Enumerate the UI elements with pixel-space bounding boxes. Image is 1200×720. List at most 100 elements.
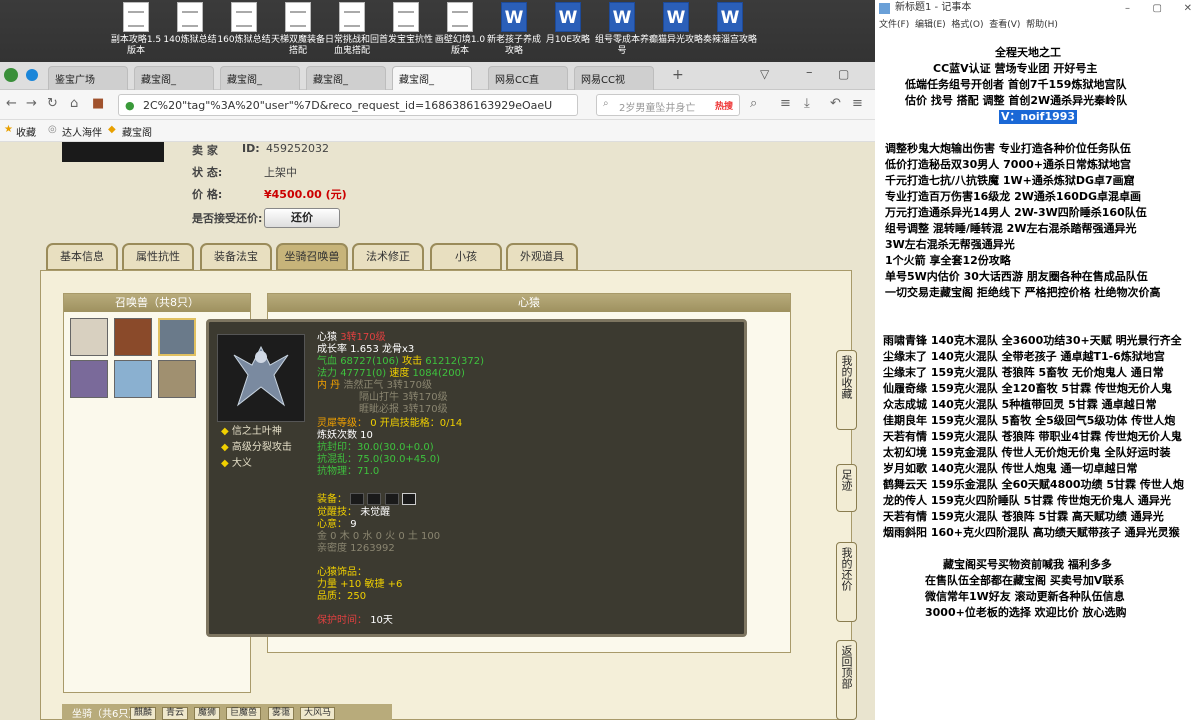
note-line: 岁月如歌 140克火混队 传世人炮鬼 通一切卓越日常 [883,462,1138,475]
more-icon[interactable]: ≡ [852,96,863,111]
desktop-icon[interactable]: 140炼狱总结 [162,2,218,46]
mount-tab[interactable]: 麒麟 [130,707,157,720]
menu-format[interactable]: 格式(O) [951,20,983,30]
haggle-button[interactable]: 还价 [264,208,340,228]
shirt-icon[interactable]: ▽ [760,67,769,81]
minimize-icon[interactable]: – [806,65,813,80]
menu-file[interactable]: 文件(F) [879,20,909,30]
tab-basic-info[interactable]: 基本信息 [46,243,118,271]
desktop-icon[interactable]: W 新老孩子养成攻略 [486,2,542,57]
equip-slot[interactable] [350,493,365,505]
maximize-icon[interactable]: ▢ [838,67,849,81]
browser-tab[interactable]: 藏宝阁_ [220,66,300,90]
my-favorites-button[interactable]: 我的收藏 [836,350,857,430]
pet-portrait-strip [62,142,164,162]
tab-attributes[interactable]: 属性抗性 [122,243,194,271]
desktop-icon[interactable]: 首发宝宝抗性 [378,2,434,46]
search-icon: ⌕ [603,98,609,109]
pet-tooltip: 心猿 3转170级 成长率 1.653 龙骨x3 气血 68727(106) 攻… [206,319,747,637]
note-line: 专业打造百万伤害16级龙 2W通杀160DG卓混卓画 [885,190,1142,203]
bag-icon[interactable]: ■ [92,96,104,111]
notepad-menubar: 文件(F) 编辑(E) 格式(O) 查看(V) 帮助(H) [875,18,1200,34]
notepad-text-area[interactable]: 全程天地之工 CC蓝V认证 营场专业团 开好号主 低端任务组号开创者 首创7千1… [875,34,1200,720]
text-file-icon [393,2,419,32]
equip-slot[interactable] [367,493,382,505]
undo-icon[interactable]: ↶ [830,96,841,111]
browser-tab[interactable]: 藏宝阁_ [306,66,386,90]
desktop-icon[interactable]: 副本攻略1.5版本 [108,2,164,57]
browser-tab[interactable]: 网易CC直 [488,66,568,90]
desktop-icon[interactable]: 画壁幻境1.0版本 [432,2,488,57]
browser-tab[interactable]: 鉴宝广场 [48,66,128,90]
mount-tab[interactable]: 大风马 [300,707,336,720]
tab-child[interactable]: 小孩 [430,243,502,271]
pet-thumb-selected[interactable] [158,318,196,356]
desktop-icon[interactable]: W 奏辣淄宫攻略 [702,2,758,46]
note-line: 龙的传人 159克火四阶睡队 5甘霖 传世炮无价鬼人 通异光 [883,494,1171,507]
tab-mounts-summons[interactable]: 坐骑召唤兽 [276,243,348,271]
browser-tab[interactable]: 网易CC视 [574,66,654,90]
menu-help[interactable]: 帮助(H) [1026,20,1058,30]
text-file-icon [447,2,473,32]
text-file-icon [339,2,365,32]
desktop-strip: 副本攻略1.5版本 140炼狱总结 160炼狱总结 天梯双魔装备搭配 日常挑战和… [0,0,875,62]
new-tab-icon[interactable]: + [672,67,684,83]
minimize-icon[interactable]: – [1125,1,1130,17]
footprint-button[interactable]: 足迹 [836,464,857,512]
note-line: 雨啸青锋 140克木混队 全3600功结30+天赋 明光景行齐全 [883,334,1182,347]
note-line: 仙履奇缘 159克火混队 全120畜牧 5甘霖 传世炮无价人鬼 [883,382,1172,395]
download-icon[interactable]: ⤓ [804,96,810,111]
back-icon[interactable]: ← [6,96,17,111]
desktop-icon[interactable]: W 癫猫异光攻略 [648,2,704,46]
pet-thumb[interactable] [70,318,108,356]
url-input[interactable]: ● 2C%20"tag"%3A%20"user"%7D&reco_request_… [118,94,578,116]
mount-tab[interactable]: 青云 [162,707,189,720]
equip-slot[interactable] [401,493,416,505]
search-go-icon[interactable]: ⌕ [750,96,757,111]
refresh-icon[interactable]: ↻ [47,96,58,111]
menu-icon[interactable]: ≡ [780,96,791,111]
forward-icon[interactable]: → [26,96,37,111]
pet-thumb[interactable] [114,360,152,398]
pet-thumb[interactable] [158,360,196,398]
notepad-titlebar: 新标题1 - 记事本 – ▢ ✕ [875,0,1200,18]
search-input[interactable]: ⌕ 2岁男童坠井身亡 热搜 [596,94,740,116]
my-haggles-button[interactable]: 我的还价 [836,542,857,622]
home-icon[interactable]: ⌂ [70,96,78,111]
fav-item[interactable]: 达人海伴 [62,124,102,139]
pet-thumb[interactable] [114,318,152,356]
desktop-icon[interactable]: 160炼狱总结 [216,2,272,46]
menu-edit[interactable]: 编辑(E) [915,20,946,30]
browser-tab[interactable]: 藏宝阁_ [134,66,214,90]
globe-icon: ◎ [48,124,57,135]
mount-tab[interactable]: 魔狮 [194,707,221,720]
tab-spell-mods[interactable]: 法术修正 [352,243,424,271]
desktop-icon[interactable]: 天梯双魔装备搭配 [270,2,326,57]
note-line: 众志成城 140克火混队 5种植带回灵 5甘霖 通卓越日常 [883,398,1157,411]
note-line: 一切交易走藏宝阁 拒绝线下 严格把控价格 杜绝物次价高 [885,286,1161,299]
equip-slot[interactable] [384,493,399,505]
fav-item[interactable]: 藏宝阁 [122,124,152,139]
mount-tab[interactable]: 巨魔兽 [226,707,262,720]
pet-thumb[interactable] [70,360,108,398]
desktop-icon[interactable]: W 组号零成本养号 [594,2,650,57]
skill-row: ◆ 信之土叶神 [221,426,282,437]
browser-tab-active[interactable]: 藏宝阁_ [392,66,472,90]
desktop-icon[interactable]: 日常挑战和回血鬼搭配 [324,2,380,57]
mount-tab[interactable]: 雾霭 [268,707,295,720]
tab-appearance[interactable]: 外观道具 [506,243,578,271]
menu-view[interactable]: 查看(V) [989,20,1020,30]
text-file-icon [231,2,257,32]
notepad-window: 新标题1 - 记事本 – ▢ ✕ 文件(F) 编辑(E) 格式(O) 查看(V)… [875,0,1200,720]
note-line: 尘缘末了 140克火混队 全带老孩子 通卓越T1-6炼狱地宫 [883,350,1165,363]
note-line: 低价打造秘岳双30男人 7000+通杀日常炼狱地宫 [885,158,1131,171]
desktop-icon[interactable]: W 月10E攻略 [540,2,596,46]
send-icon[interactable] [26,69,38,81]
text-file-icon [177,2,203,32]
back-to-top-button[interactable]: 返回顶部 [836,640,857,720]
fav-item[interactable]: 收藏 [16,124,36,139]
tab-equipment[interactable]: 装备法宝 [200,243,272,271]
close-icon[interactable]: ✕ [1184,1,1192,17]
maximize-icon[interactable]: ▢ [1153,1,1162,17]
skill-icon: ◆ [221,458,229,469]
